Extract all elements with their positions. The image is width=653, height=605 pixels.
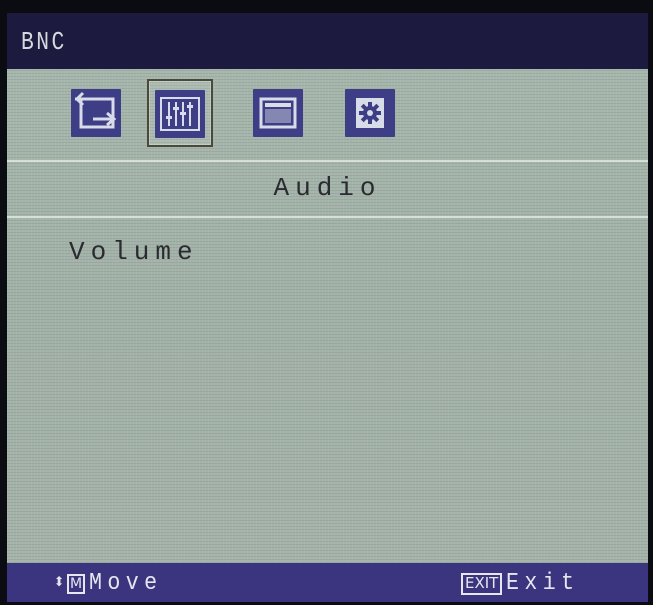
title-bar: BNC bbox=[7, 13, 648, 69]
move-hint: ⬍ M Move bbox=[53, 570, 171, 597]
section-title: Audio bbox=[273, 173, 382, 203]
divider-top bbox=[7, 160, 648, 162]
tab-display[interactable] bbox=[245, 79, 311, 147]
exit-hint[interactable]: EXIT Exit bbox=[461, 570, 588, 597]
display-window-icon bbox=[253, 89, 303, 137]
osd-menu: BNC Audio Volume ⬍ M Move EXIT Exit bbox=[7, 13, 648, 602]
menu-key-icon: M bbox=[67, 573, 86, 594]
footer-bar: ⬍ M Move EXIT Exit bbox=[7, 563, 648, 602]
tab-audio[interactable] bbox=[147, 79, 213, 147]
input-source-icon bbox=[71, 89, 121, 137]
move-label: Move bbox=[89, 570, 163, 597]
settings-gear-icon bbox=[345, 89, 395, 137]
divider-bottom bbox=[7, 216, 648, 218]
equalizer-icon bbox=[155, 90, 205, 138]
tab-settings[interactable] bbox=[337, 79, 403, 147]
source-title: BNC bbox=[21, 27, 67, 57]
exit-key-icon: EXIT bbox=[461, 572, 503, 595]
tab-input[interactable] bbox=[63, 79, 129, 147]
menu-item-volume[interactable]: Volume bbox=[69, 237, 199, 267]
exit-label: Exit bbox=[506, 570, 580, 597]
menu-tab-bar bbox=[7, 69, 648, 161]
menu-item-label: Volume bbox=[69, 237, 199, 267]
updown-arrows-icon: ⬍ bbox=[53, 571, 66, 595]
